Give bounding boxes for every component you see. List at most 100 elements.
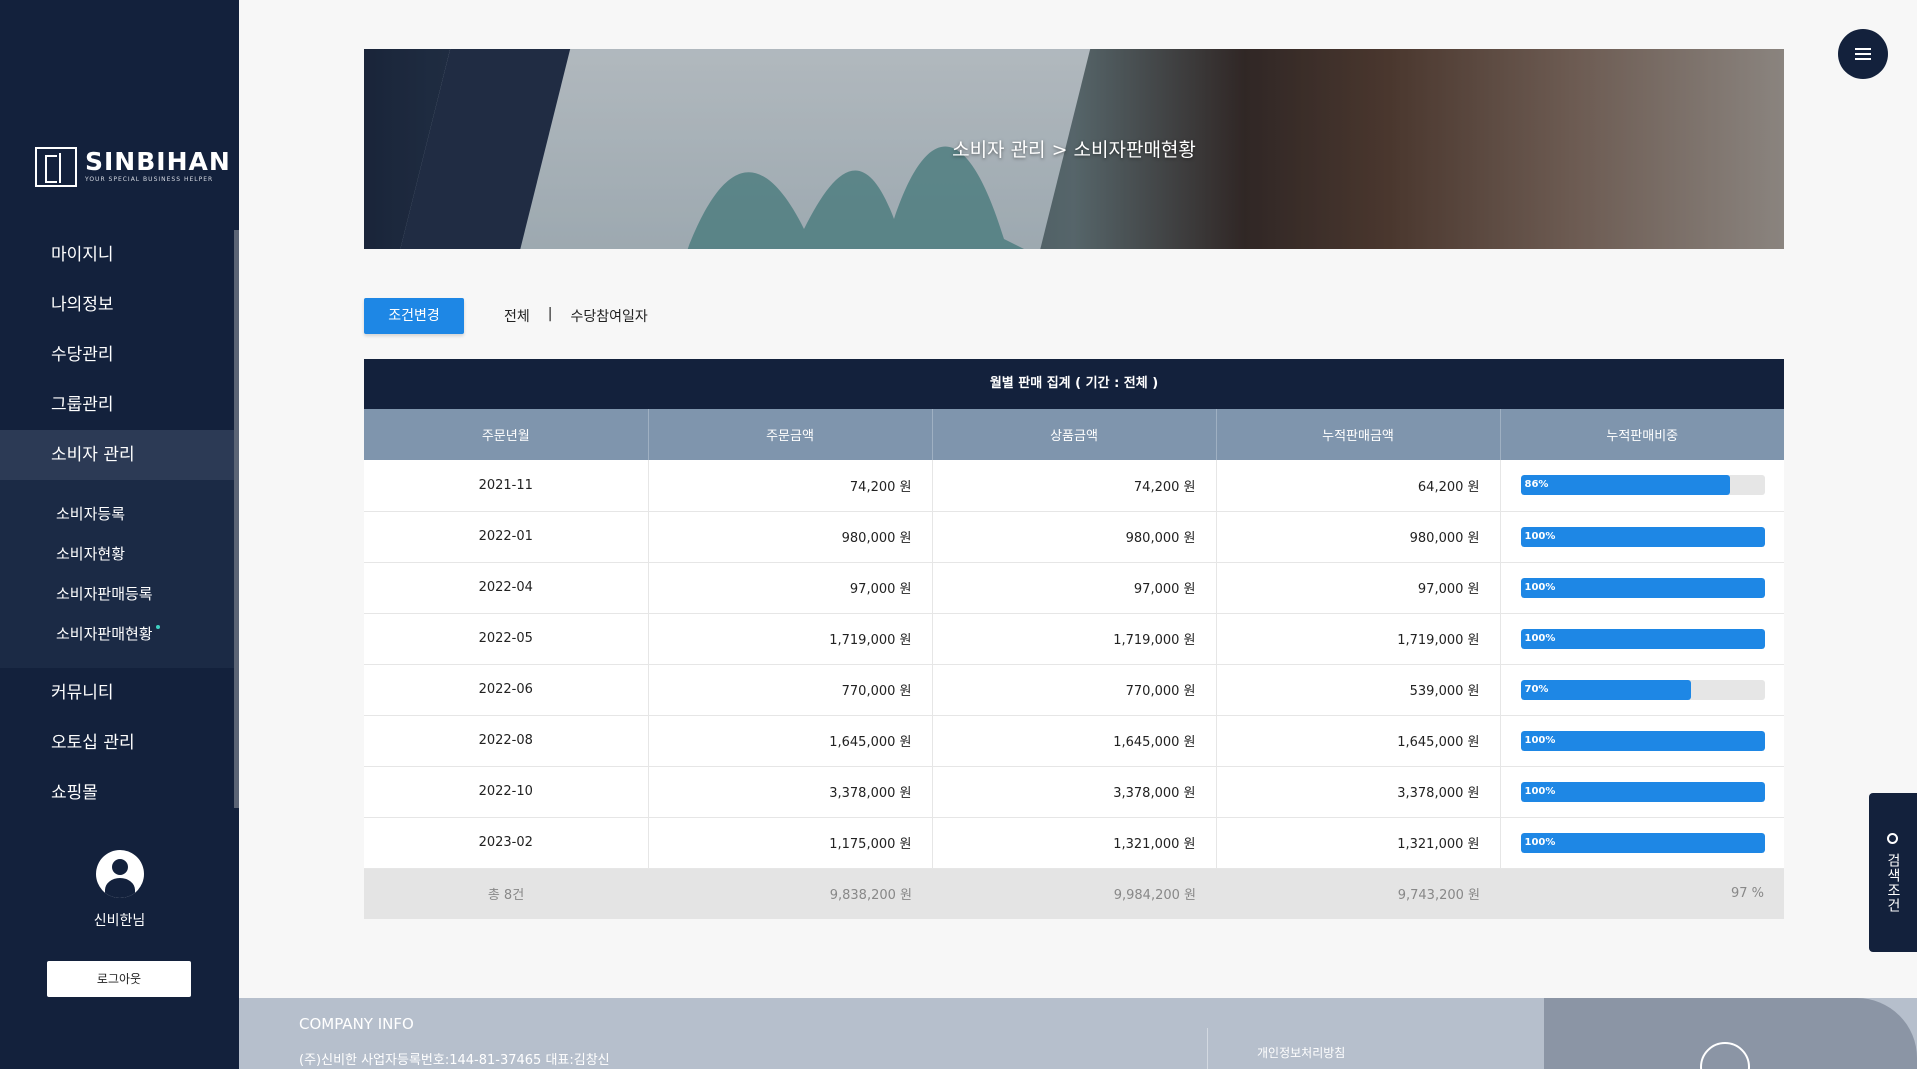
sidebar-nav: 마이지니 나의정보 수당관리 그룹관리 소비자 관리 소비자등록 소비자현황 소…	[0, 230, 234, 818]
month-cell: 2022-06	[364, 664, 649, 716]
order-amount-cell: 770,000 원	[648, 664, 933, 716]
sidebar-item-group[interactable]: 그룹관리	[0, 380, 234, 430]
sidebar: SINBIHAN YOUR SPECIAL BUSINESS HELPER 마이…	[0, 0, 239, 1069]
sidebar-item-myjini[interactable]: 마이지니	[0, 230, 234, 280]
logout-button[interactable]: 로그아웃	[47, 961, 191, 997]
submenu-consumer-sales-register[interactable]: 소비자판매등록	[0, 574, 234, 614]
product-amount-cell: 3,378,000 원	[932, 766, 1217, 818]
user-avatar-icon[interactable]	[95, 850, 144, 898]
product-amount-cell: 74,200 원	[932, 460, 1217, 512]
sidebar-item-shopping-mall[interactable]: 쇼핑몰	[0, 768, 234, 818]
order-amount-cell: 3,378,000 원	[648, 766, 933, 818]
ratio-progress-fill: 86%	[1520, 475, 1731, 496]
month-cell: 2022-01	[364, 511, 649, 563]
breadcrumb: 소비자 관리 > 소비자판매현황	[952, 139, 1196, 161]
month-cell: 2022-08	[364, 715, 649, 767]
product-amount-cell: 1,321,000 원	[932, 817, 1217, 869]
hamburger-icon	[1855, 48, 1871, 50]
ratio-progress-bar: 100%	[1520, 628, 1765, 649]
sidebar-item-consumer[interactable]: 소비자 관리	[0, 430, 234, 480]
submenu-consumer-sales-status[interactable]: 소비자판매현황	[0, 614, 234, 654]
logo-mark-icon	[35, 147, 77, 187]
table-title: 월별 판매 집계 ( 기간 : 전체 )	[364, 359, 1784, 409]
month-cell: 2023-02	[364, 817, 649, 869]
table-row: 2022-06 770,000 원 770,000 원 539,000 원 70%	[364, 664, 1784, 716]
privacy-policy-link[interactable]: 개인정보처리방침	[1257, 1044, 1345, 1061]
order-amount-cell: 97,000 원	[648, 562, 933, 614]
brand-logo[interactable]: SINBIHAN YOUR SPECIAL BUSINESS HELPER	[35, 147, 231, 187]
product-amount-cell: 980,000 원	[932, 511, 1217, 563]
ratio-cell: 86%	[1500, 460, 1784, 512]
ratio-progress-bar: 100%	[1520, 730, 1765, 751]
table-row: 2022-05 1,719,000 원 1,719,000 원 1,719,000 원…	[364, 613, 1784, 665]
sidebar-scrollbar[interactable]	[234, 230, 239, 808]
ratio-progress-fill: 100%	[1520, 628, 1765, 649]
sidebar-item-allowance[interactable]: 수당관리	[0, 330, 234, 380]
sidebar-item-autoship[interactable]: 오토십 관리	[0, 718, 234, 768]
order-amount-cell: 980,000 원	[648, 511, 933, 563]
ratio-cell: 100%	[1500, 613, 1784, 665]
search-condition-tab[interactable]: 검색조건	[1869, 793, 1917, 952]
table-header-row: 주문년월 주문금액 상품금액 누적판매금액 누적판매비중	[364, 409, 1784, 460]
company-info: (주)신비한 사업자등록번호:144-81-37465 대표:김창신	[299, 1053, 610, 1068]
ratio-progress-bar: 70%	[1520, 679, 1765, 700]
ratio-progress-fill: 70%	[1520, 679, 1692, 700]
ratio-cell: 100%	[1500, 817, 1784, 869]
month-cell: 2021-11	[364, 460, 649, 512]
consumer-submenu: 소비자등록 소비자현황 소비자판매등록 소비자판매현황	[0, 480, 234, 668]
month-cell: 2022-05	[364, 613, 649, 665]
submenu-consumer-status[interactable]: 소비자현황	[0, 534, 234, 574]
order-amount-cell: 1,719,000 원	[648, 613, 933, 665]
cumulative-amount-cell: 3,378,000 원	[1216, 766, 1501, 818]
month-cell: 2022-10	[364, 766, 649, 818]
ratio-progress-bar: 86%	[1520, 475, 1765, 496]
table-row: 2022-01 980,000 원 980,000 원 980,000 원 100%	[364, 511, 1784, 563]
table-row: 2023-02 1,175,000 원 1,321,000 원 1,321,000 원…	[364, 817, 1784, 869]
ratio-progress-fill: 100%	[1520, 781, 1765, 802]
column-header: 주문금액	[648, 409, 933, 460]
footer-title: COMPANY INFO	[299, 1015, 414, 1033]
sales-summary-table: 월별 판매 집계 ( 기간 : 전체 ) 주문년월 주문금액 상품금액 누적판매…	[364, 359, 1784, 919]
total-count-cell: 총 8건	[364, 868, 648, 919]
product-amount-cell: 1,719,000 원	[932, 613, 1217, 665]
cumulative-amount-cell: 1,719,000 원	[1216, 613, 1501, 665]
ratio-progress-bar: 100%	[1520, 781, 1765, 802]
column-header: 주문년월	[364, 409, 649, 460]
ratio-progress-bar: 100%	[1520, 577, 1765, 598]
cumulative-amount-cell: 539,000 원	[1216, 664, 1501, 716]
column-header: 누적판매비중	[1500, 409, 1784, 460]
ratio-cell: 100%	[1500, 715, 1784, 767]
cumulative-amount-cell: 980,000 원	[1216, 511, 1501, 563]
filter-type: 수당참여일자	[570, 309, 648, 325]
cumulative-amount-cell: 97,000 원	[1216, 562, 1501, 614]
table-row: 2022-10 3,378,000 원 3,378,000 원 3,378,000 원…	[364, 766, 1784, 818]
search-condition-label: 검색조건	[1885, 853, 1901, 913]
menu-button[interactable]	[1838, 29, 1888, 79]
order-amount-cell: 1,645,000 원	[648, 715, 933, 767]
ratio-cell: 70%	[1500, 664, 1784, 716]
ratio-cell: 100%	[1500, 766, 1784, 818]
page-banner: 소비자 관리 > 소비자판매현황	[364, 49, 1784, 249]
table-row: 2022-08 1,645,000 원 1,645,000 원 1,645,000 원…	[364, 715, 1784, 767]
user-profile: 신비한님	[0, 850, 239, 930]
table-total-row: 총 8건 9,838,200 원 9,984,200 원 9,743,200 원 97 …	[364, 868, 1784, 919]
ratio-progress-fill: 100%	[1520, 730, 1765, 751]
product-amount-cell: 770,000 원	[932, 664, 1217, 716]
month-cell: 2022-04	[364, 562, 649, 614]
table-row: 2022-04 97,000 원 97,000 원 97,000 원 100%	[364, 562, 1784, 614]
cumulative-amount-cell: 1,645,000 원	[1216, 715, 1501, 767]
sidebar-item-community[interactable]: 커뮤니티	[0, 668, 234, 718]
total-product-cell: 9,984,200 원	[932, 868, 1216, 919]
change-condition-button[interactable]: 조건변경	[364, 298, 464, 334]
ratio-progress-fill: 100%	[1520, 577, 1765, 598]
product-amount-cell: 1,645,000 원	[932, 715, 1217, 767]
column-header: 상품금액	[932, 409, 1217, 460]
cumulative-amount-cell: 1,321,000 원	[1216, 817, 1501, 869]
search-icon	[1887, 833, 1898, 844]
ratio-progress-fill: 100%	[1520, 526, 1765, 547]
order-amount-cell: 74,200 원	[648, 460, 933, 512]
sidebar-item-my-info[interactable]: 나의정보	[0, 280, 234, 330]
product-amount-cell: 97,000 원	[932, 562, 1217, 614]
user-name: 신비한님	[93, 913, 146, 929]
submenu-consumer-register[interactable]: 소비자등록	[0, 494, 234, 534]
